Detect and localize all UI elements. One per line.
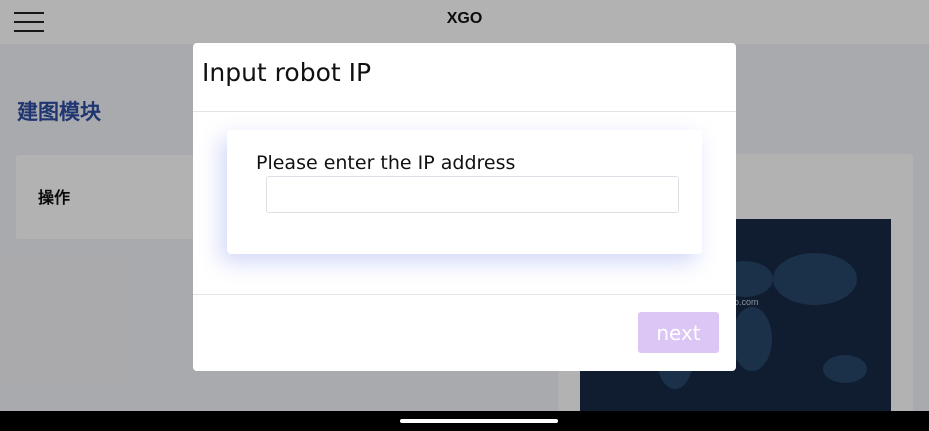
ip-form-card: Please enter the IP address bbox=[227, 130, 702, 254]
ip-address-input[interactable] bbox=[266, 176, 679, 213]
system-navigation-bar bbox=[0, 411, 929, 431]
ip-field-label: Please enter the IP address bbox=[256, 152, 516, 174]
dialog-header-divider bbox=[193, 111, 736, 112]
next-button[interactable]: next bbox=[638, 312, 719, 353]
robot-ip-dialog: Input robot IP Please enter the IP addre… bbox=[193, 43, 736, 371]
home-indicator[interactable] bbox=[400, 419, 558, 423]
dialog-title: Input robot IP bbox=[202, 58, 372, 87]
app-screen: XGO 建图模块 操作 o.com Input robot IP Please … bbox=[0, 0, 929, 431]
dialog-footer-divider bbox=[193, 294, 736, 295]
